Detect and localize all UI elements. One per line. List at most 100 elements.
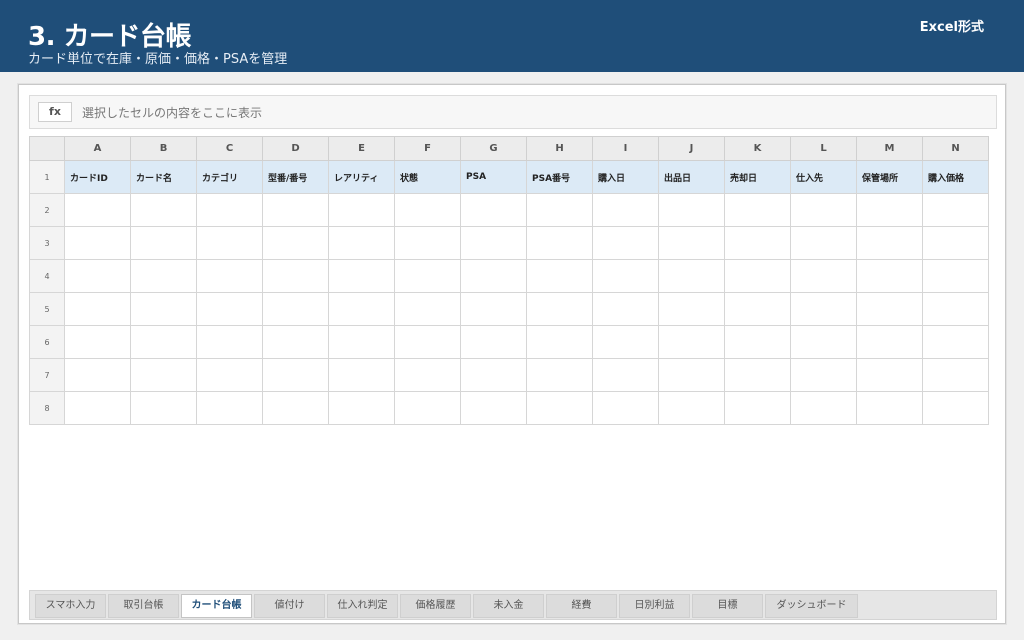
grid-cell[interactable] xyxy=(724,391,791,425)
grid-cell[interactable] xyxy=(724,292,791,326)
column-header-f[interactable]: F xyxy=(394,136,461,161)
grid-cell[interactable] xyxy=(856,391,923,425)
sheet-tab[interactable]: 仕入れ判定 xyxy=(327,594,398,618)
grid-cell[interactable] xyxy=(394,358,461,392)
grid-cell[interactable] xyxy=(526,325,593,359)
grid-cell[interactable] xyxy=(394,292,461,326)
grid-cell[interactable] xyxy=(592,193,659,227)
sheet-tab[interactable]: ダッシュボード xyxy=(765,594,858,618)
grid-cell[interactable] xyxy=(196,292,263,326)
grid-cell[interactable] xyxy=(724,193,791,227)
grid-cell[interactable] xyxy=(526,358,593,392)
grid-cell[interactable] xyxy=(790,259,857,293)
column-header-n[interactable]: N xyxy=(922,136,989,161)
select-all-corner[interactable] xyxy=(29,136,65,161)
grid-cell[interactable] xyxy=(658,226,725,260)
sheet-tab[interactable]: 日別利益 xyxy=(619,594,690,618)
header-cell[interactable]: 型番/番号 xyxy=(262,160,329,194)
header-cell[interactable]: PSA番号 xyxy=(526,160,593,194)
grid-cell[interactable] xyxy=(394,193,461,227)
grid-cell[interactable] xyxy=(262,193,329,227)
grid-cell[interactable] xyxy=(130,226,197,260)
grid-cell[interactable] xyxy=(262,226,329,260)
grid-cell[interactable] xyxy=(328,292,395,326)
row-header[interactable]: 5 xyxy=(29,292,65,326)
row-header[interactable]: 2 xyxy=(29,193,65,227)
grid-cell[interactable] xyxy=(328,358,395,392)
column-header-l[interactable]: L xyxy=(790,136,857,161)
grid-cell[interactable] xyxy=(856,259,923,293)
formula-input[interactable]: 選択したセルの内容をここに表示 xyxy=(82,105,262,121)
column-header-m[interactable]: M xyxy=(856,136,923,161)
header-cell[interactable]: 出品日 xyxy=(658,160,725,194)
grid-cell[interactable] xyxy=(724,325,791,359)
grid-cell[interactable] xyxy=(790,292,857,326)
grid-cell[interactable] xyxy=(922,259,989,293)
grid-cell[interactable] xyxy=(196,259,263,293)
sheet-tab[interactable]: カード台帳 xyxy=(181,594,252,618)
header-cell[interactable]: 購入価格 xyxy=(922,160,989,194)
grid-cell[interactable] xyxy=(724,358,791,392)
column-header-d[interactable]: D xyxy=(262,136,329,161)
grid-cell[interactable] xyxy=(658,193,725,227)
column-header-k[interactable]: K xyxy=(724,136,791,161)
sheet-tab[interactable]: 未入金 xyxy=(473,594,544,618)
fx-icon[interactable]: fx xyxy=(38,102,72,122)
column-header-j[interactable]: J xyxy=(658,136,725,161)
header-cell[interactable]: 売却日 xyxy=(724,160,791,194)
column-header-a[interactable]: A xyxy=(64,136,131,161)
grid-cell[interactable] xyxy=(724,259,791,293)
header-cell[interactable]: カテゴリ xyxy=(196,160,263,194)
grid-cell[interactable] xyxy=(130,292,197,326)
column-header-h[interactable]: H xyxy=(526,136,593,161)
grid-cell[interactable] xyxy=(130,193,197,227)
sheet-tab[interactable]: 経費 xyxy=(546,594,617,618)
grid-cell[interactable] xyxy=(262,325,329,359)
grid-cell[interactable] xyxy=(856,292,923,326)
grid-cell[interactable] xyxy=(856,193,923,227)
grid-cell[interactable] xyxy=(64,226,131,260)
grid-cell[interactable] xyxy=(922,193,989,227)
column-header-c[interactable]: C xyxy=(196,136,263,161)
header-cell[interactable]: レアリティ xyxy=(328,160,395,194)
grid-cell[interactable] xyxy=(922,325,989,359)
grid-cell[interactable] xyxy=(394,226,461,260)
row-header[interactable]: 8 xyxy=(29,391,65,425)
grid-cell[interactable] xyxy=(790,391,857,425)
column-header-g[interactable]: G xyxy=(460,136,527,161)
grid-cell[interactable] xyxy=(196,325,263,359)
grid-cell[interactable] xyxy=(790,193,857,227)
grid-cell[interactable] xyxy=(196,226,263,260)
grid-cell[interactable] xyxy=(658,292,725,326)
header-cell[interactable]: カードID xyxy=(64,160,131,194)
grid-cell[interactable] xyxy=(790,325,857,359)
grid-cell[interactable] xyxy=(526,193,593,227)
grid-cell[interactable] xyxy=(64,193,131,227)
grid-cell[interactable] xyxy=(526,259,593,293)
row-header[interactable]: 7 xyxy=(29,358,65,392)
header-cell[interactable]: 保管場所 xyxy=(856,160,923,194)
sheet-tab[interactable]: スマホ入力 xyxy=(35,594,106,618)
sheet-tab[interactable]: 価格履歴 xyxy=(400,594,471,618)
grid-cell[interactable] xyxy=(64,391,131,425)
grid-cell[interactable] xyxy=(460,358,527,392)
grid-cell[interactable] xyxy=(526,226,593,260)
grid-cell[interactable] xyxy=(460,292,527,326)
row-header[interactable]: 6 xyxy=(29,325,65,359)
grid-cell[interactable] xyxy=(394,259,461,293)
grid-cell[interactable] xyxy=(328,259,395,293)
grid-cell[interactable] xyxy=(64,325,131,359)
grid-cell[interactable] xyxy=(262,292,329,326)
grid-cell[interactable] xyxy=(394,325,461,359)
grid-cell[interactable] xyxy=(856,325,923,359)
column-header-i[interactable]: I xyxy=(592,136,659,161)
row-header[interactable]: 4 xyxy=(29,259,65,293)
grid-cell[interactable] xyxy=(196,193,263,227)
sheet-tab[interactable]: 目標 xyxy=(692,594,763,618)
grid-cell[interactable] xyxy=(64,358,131,392)
grid-cell[interactable] xyxy=(592,292,659,326)
column-header-b[interactable]: B xyxy=(130,136,197,161)
grid-cell[interactable] xyxy=(64,292,131,326)
grid-cell[interactable] xyxy=(922,226,989,260)
grid-cell[interactable] xyxy=(328,391,395,425)
